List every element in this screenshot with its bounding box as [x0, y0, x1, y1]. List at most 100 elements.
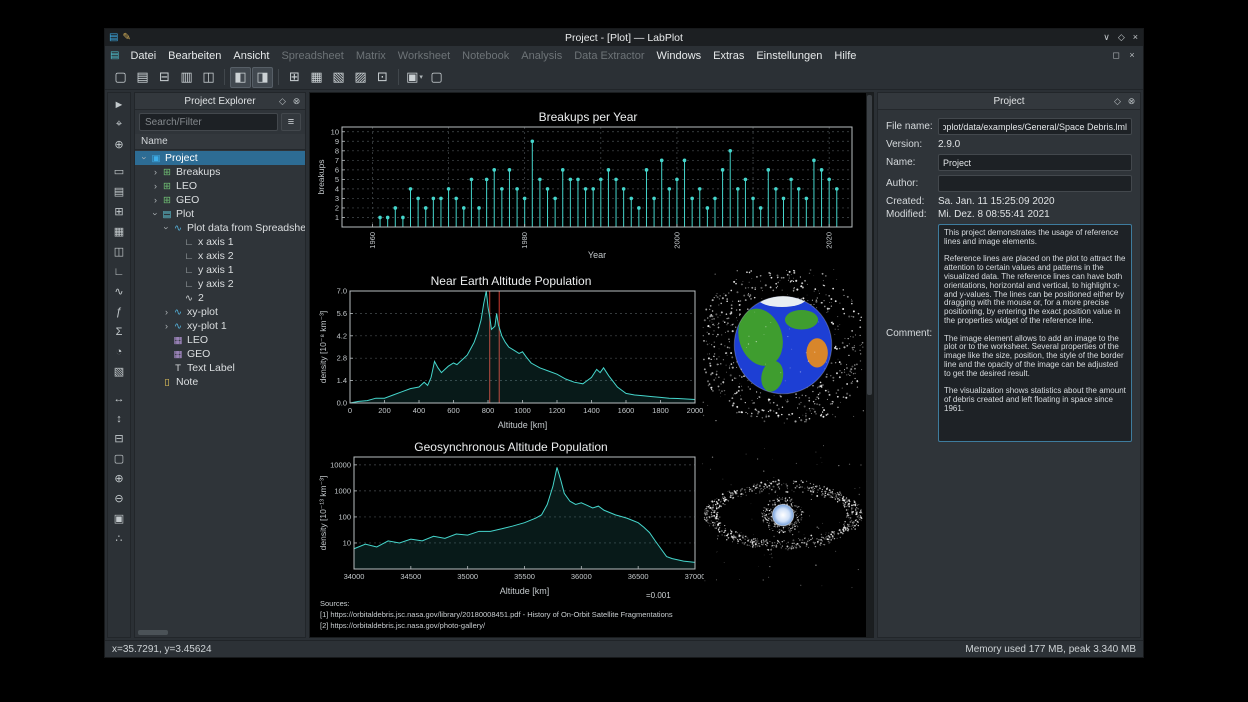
- tree-item-xy-plot[interactable]: ›∿xy-plot: [135, 305, 305, 319]
- break-layout-button[interactable]: ▨: [350, 67, 371, 88]
- properties-header[interactable]: Project ◇ ⊗: [878, 93, 1140, 110]
- tree-item-project[interactable]: ›▣Project: [135, 151, 305, 165]
- mdi-restore-button[interactable]: ◻: [1110, 50, 1122, 61]
- layout-vertical-button[interactable]: ⊞: [284, 67, 305, 88]
- dock-close-icon[interactable]: ⊗: [1126, 96, 1137, 107]
- tree-item-2[interactable]: ∿2: [135, 291, 305, 305]
- mdi-close-button[interactable]: ×: [1126, 50, 1138, 61]
- menu-datei[interactable]: Datei: [124, 49, 162, 63]
- crosshair-tool-button[interactable]: ⌖: [110, 116, 128, 133]
- worksheet-canvas[interactable]: 196019802000202012345678910Breakups per …: [310, 93, 866, 637]
- menu-hilfe[interactable]: Hilfe: [828, 49, 862, 63]
- select-all-button[interactable]: ⊡: [372, 67, 393, 88]
- scatter-points-button[interactable]: ∴: [110, 530, 128, 547]
- search-input[interactable]: [139, 113, 278, 131]
- open-file-button[interactable]: ▤: [132, 67, 153, 88]
- layout-horizontal-button[interactable]: ▦: [306, 67, 327, 88]
- worksheet-view[interactable]: 196019802000202012345678910Breakups per …: [309, 92, 874, 638]
- select-region-button[interactable]: ▣: [110, 510, 128, 527]
- tree-item-leo[interactable]: ›⊞LEO: [135, 179, 305, 193]
- print-button[interactable]: ▥: [176, 67, 197, 88]
- tree-item-geo[interactable]: ▦GEO: [135, 347, 305, 361]
- zoom-select-tool-button[interactable]: ⊕: [110, 136, 128, 153]
- add-image-button[interactable]: ◫: [110, 243, 128, 260]
- geo-chart[interactable]: 3400034500350003550036000365003700010100…: [318, 439, 704, 597]
- add-pie-chart-button[interactable]: ◔: [110, 343, 128, 360]
- zoom-y-button[interactable]: ↕: [110, 410, 128, 427]
- add-plot-button[interactable]: ▤: [110, 183, 128, 200]
- expander-icon[interactable]: ›: [140, 154, 150, 163]
- maximize-button[interactable]: ◇: [1118, 33, 1125, 42]
- author-input[interactable]: [938, 175, 1132, 192]
- file-name-input[interactable]: [938, 118, 1132, 135]
- project-explorer-header[interactable]: Project Explorer ◇ ⊗: [135, 93, 305, 110]
- comment-box[interactable]: This project demonstrates the usage of r…: [938, 224, 1132, 442]
- tree-item-y-axis-2[interactable]: ∟y axis 2: [135, 277, 305, 291]
- expander-icon[interactable]: ›: [151, 167, 160, 177]
- expander-icon[interactable]: ›: [162, 224, 172, 233]
- hscrollbar-thumb[interactable]: [138, 630, 168, 635]
- vscrollbar-thumb[interactable]: [867, 95, 872, 395]
- expander-icon[interactable]: ›: [162, 307, 171, 317]
- tree-item-xy-plot-1[interactable]: ›∿xy-plot 1: [135, 319, 305, 333]
- zoom-out-button[interactable]: ⊖: [110, 490, 128, 507]
- print-preview-button[interactable]: ◫: [198, 67, 219, 88]
- toggle-view-cartesian-button[interactable]: ◧: [230, 67, 251, 88]
- tree-item-breakups[interactable]: ›⊞Breakups: [135, 165, 305, 179]
- filter-options-button[interactable]: ≡: [281, 113, 301, 131]
- add-statistics-button[interactable]: Σ: [110, 323, 128, 340]
- leo-debris-image[interactable]: [702, 269, 864, 425]
- add-matrix-button[interactable]: ▦: [110, 223, 128, 240]
- close-button[interactable]: ×: [1133, 33, 1138, 42]
- expander-icon[interactable]: ›: [151, 195, 160, 205]
- expander-icon[interactable]: ›: [151, 210, 161, 219]
- remove-element-button[interactable]: ⊟: [110, 430, 128, 447]
- menu-extras[interactable]: Extras: [707, 49, 750, 63]
- geo-debris-image[interactable]: [702, 445, 864, 589]
- add-axis-button[interactable]: ∟: [110, 263, 128, 280]
- layout-grid-button[interactable]: ▧: [328, 67, 349, 88]
- tree-item-plot-data-from-spreadsheet[interactable]: ›∿Plot data from Spreadsheet: [135, 221, 305, 235]
- svg-text:10000: 10000: [330, 460, 351, 469]
- tree-item-x-axis-1[interactable]: ∟x axis 1: [135, 235, 305, 249]
- new-text-label-button[interactable]: ▢: [426, 67, 447, 88]
- add-container-button[interactable]: ▢: [110, 450, 128, 467]
- titlebar[interactable]: ▤ ✎ Project - [Plot] — LabPlot ∨ ◇ ×: [105, 29, 1143, 46]
- add-histogram-button[interactable]: ▧: [110, 363, 128, 380]
- tree-item-leo[interactable]: ▦LEO: [135, 333, 305, 347]
- tree-item-x-axis-2[interactable]: ∟x axis 2: [135, 249, 305, 263]
- dropdown-arrow-icon[interactable]: ▾: [419, 73, 423, 81]
- expander-icon[interactable]: ›: [162, 321, 171, 331]
- worksheet-vscrollbar[interactable]: [866, 93, 873, 637]
- tree-column-header[interactable]: Name: [135, 134, 305, 150]
- tree-item-note[interactable]: ▯Note: [135, 375, 305, 389]
- breakups-chart[interactable]: 196019802000202012345678910Breakups per …: [316, 109, 860, 261]
- near-earth-chart[interactable]: 02004006008001000120014001600180020000.0…: [318, 273, 704, 431]
- expander-icon[interactable]: ›: [151, 181, 160, 191]
- name-input[interactable]: [938, 154, 1132, 171]
- minimize-button[interactable]: ∨: [1103, 33, 1110, 42]
- add-text-label-button[interactable]: ▭: [110, 163, 128, 180]
- tree-item-plot[interactable]: ›▤Plot: [135, 207, 305, 221]
- tree-item-geo[interactable]: ›⊞GEO: [135, 193, 305, 207]
- dock-close-icon[interactable]: ⊗: [291, 96, 302, 107]
- dock-float-icon[interactable]: ◇: [1112, 96, 1123, 107]
- select-cursor-button[interactable]: ►: [110, 96, 128, 113]
- add-curve-button[interactable]: ∿: [110, 283, 128, 300]
- menu-ansicht[interactable]: Ansicht: [227, 49, 275, 63]
- add-plot-template-button[interactable]: ⊞: [110, 203, 128, 220]
- menu-einstellungen[interactable]: Einstellungen: [750, 49, 828, 63]
- menu-bearbeiten[interactable]: Bearbeiten: [162, 49, 227, 63]
- zoom-in-button[interactable]: ⊕: [110, 470, 128, 487]
- new-document-button[interactable]: ▢: [110, 67, 131, 88]
- toggle-view-grid-button[interactable]: ◨: [252, 67, 273, 88]
- tree-item-text-label[interactable]: TText Label: [135, 361, 305, 375]
- dock-float-icon[interactable]: ◇: [277, 96, 288, 107]
- tree-item-y-axis-1[interactable]: ∟y axis 1: [135, 263, 305, 277]
- explorer-hscrollbar[interactable]: [135, 628, 305, 637]
- menu-windows[interactable]: Windows: [651, 49, 708, 63]
- zoom-x-button[interactable]: ↔: [110, 390, 128, 407]
- save-button[interactable]: ⊟: [154, 67, 175, 88]
- new-plot-button[interactable]: ▣▾: [404, 67, 425, 88]
- add-function-curve-button[interactable]: ƒ: [110, 303, 128, 320]
